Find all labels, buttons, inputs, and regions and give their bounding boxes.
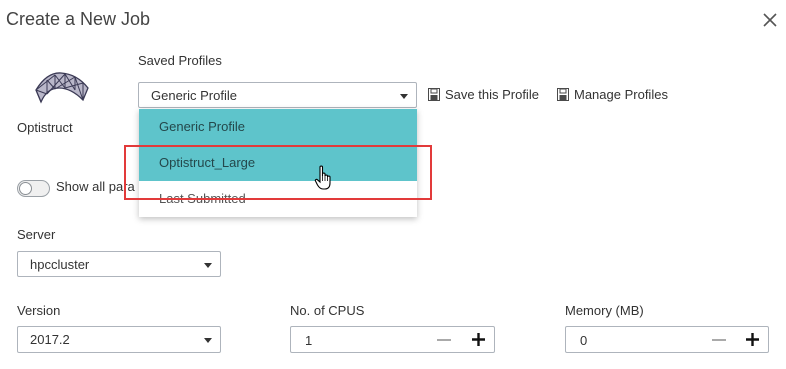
chevron-down-icon	[400, 94, 408, 99]
save-icon	[557, 88, 569, 101]
version-select[interactable]: 2017.2	[17, 326, 221, 353]
plus-icon[interactable]	[471, 332, 486, 347]
app-name: Optistruct	[17, 120, 73, 135]
save-profile-label: Save this Profile	[445, 87, 539, 102]
memory-label: Memory (MB)	[565, 303, 644, 318]
save-profile-link[interactable]: Save this Profile	[428, 87, 539, 102]
manage-profiles-link[interactable]: Manage Profiles	[557, 87, 668, 102]
profile-option-generic[interactable]: Generic Profile	[139, 109, 417, 145]
version-value: 2017.2	[30, 332, 70, 347]
minus-icon[interactable]	[437, 339, 451, 341]
plus-icon[interactable]	[745, 332, 760, 347]
server-value: hpccluster	[30, 257, 90, 272]
saved-profiles-select[interactable]: Generic Profile	[138, 82, 417, 108]
saved-profiles-label: Saved Profiles	[138, 53, 222, 68]
show-all-parameters-toggle[interactable]	[17, 180, 50, 197]
version-label: Version	[17, 303, 61, 318]
memory-value[interactable]: 0	[580, 333, 587, 348]
chevron-down-icon	[204, 263, 212, 268]
memory-stepper[interactable]: 0	[565, 326, 769, 353]
server-select[interactable]: hpccluster	[17, 251, 221, 277]
highlight-box	[124, 145, 432, 200]
selected-profile: Generic Profile	[151, 88, 237, 103]
minus-icon[interactable]	[712, 339, 726, 341]
toggle-knob	[19, 182, 32, 195]
optistruct-truss-icon	[33, 70, 91, 104]
manage-profiles-label: Manage Profiles	[574, 87, 668, 102]
cpus-label: No. of CPUS	[290, 303, 365, 318]
hand-cursor-icon	[314, 165, 336, 191]
close-icon[interactable]	[760, 10, 780, 30]
save-icon	[428, 88, 440, 101]
dialog-title: Create a New Job	[6, 9, 151, 29]
cpus-value[interactable]: 1	[305, 333, 312, 348]
server-label: Server	[17, 227, 56, 242]
chevron-down-icon	[204, 338, 212, 343]
cpus-stepper[interactable]: 1	[290, 326, 495, 353]
